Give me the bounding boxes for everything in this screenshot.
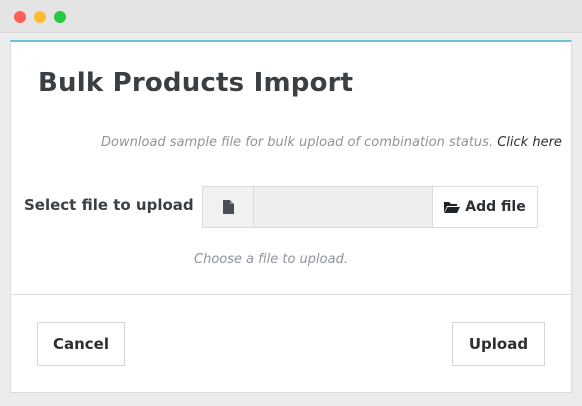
add-file-label: Add file	[465, 199, 526, 215]
upload-button[interactable]: Upload	[452, 322, 545, 366]
file-icon	[223, 200, 234, 214]
sample-file-hint: Download sample file for bulk upload of …	[101, 135, 562, 150]
sample-file-hint-text: Download sample file for bulk upload of …	[101, 135, 494, 150]
app-window: Bulk Products Import Download sample fil…	[0, 0, 582, 406]
bulk-import-modal: Bulk Products Import Download sample fil…	[10, 40, 572, 393]
add-file-button[interactable]: Add file	[433, 187, 537, 227]
minimize-window-button[interactable]	[34, 11, 46, 23]
file-path-input[interactable]	[254, 187, 433, 227]
modal-title: Bulk Products Import	[38, 68, 354, 98]
file-upload-label: Select file to upload	[24, 196, 194, 214]
close-window-button[interactable]	[14, 11, 26, 23]
cancel-button[interactable]: Cancel	[37, 322, 125, 366]
zoom-window-button[interactable]	[54, 11, 66, 23]
title-bar	[0, 0, 582, 33]
footer-divider	[11, 294, 571, 295]
folder-open-icon	[444, 202, 461, 213]
file-help-text: Choose a file to upload.	[194, 252, 348, 267]
download-sample-link[interactable]: Click here	[497, 135, 562, 150]
file-upload-group: Add file	[202, 186, 538, 228]
file-addon	[203, 187, 254, 227]
